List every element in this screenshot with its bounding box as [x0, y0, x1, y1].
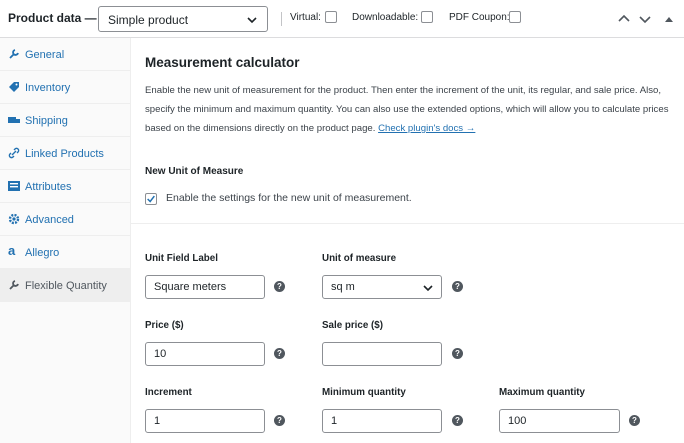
downloadable-label: Downloadable:	[352, 12, 419, 23]
unit-field-label-input[interactable]: Square meters	[145, 275, 265, 299]
product-type-value: Simple product	[108, 13, 189, 27]
enable-unit-checkbox[interactable]	[145, 193, 157, 205]
tab-advanced[interactable]: Advanced	[0, 203, 131, 236]
header-separator	[281, 12, 282, 26]
help-icon[interactable]: ?	[452, 281, 463, 292]
wrench-icon	[9, 280, 19, 290]
tab-flexible-quantity[interactable]: Flexible Quantity	[0, 269, 131, 302]
tab-allegro[interactable]: a Allegro	[0, 236, 131, 269]
unit-field-label-label: Unit Field Label	[145, 253, 218, 264]
increment-label: Increment	[145, 387, 192, 398]
plugin-docs-link[interactable]: Check plugin's docs →	[378, 123, 475, 134]
tab-attributes[interactable]: Attributes	[0, 170, 131, 203]
tab-label: Advanced	[25, 214, 74, 226]
tag-icon	[9, 82, 19, 92]
allegro-icon: a	[8, 243, 16, 258]
help-icon[interactable]: ?	[274, 348, 285, 359]
pdf-coupon-checkbox[interactable]	[509, 11, 521, 23]
panel-title: Measurement calculator	[145, 55, 300, 70]
product-data-title: Product data —	[8, 11, 97, 25]
tab-label: General	[25, 49, 65, 61]
tab-general[interactable]: General	[0, 38, 131, 71]
sale-price-input[interactable]	[322, 342, 442, 366]
chevron-down-icon	[247, 17, 257, 24]
product-data-tabs: General Inventory Shipping Linked Produc…	[0, 38, 131, 443]
input-value: Square meters	[154, 281, 227, 293]
increment-input[interactable]: 1	[145, 409, 265, 433]
tab-label: Shipping	[25, 115, 68, 127]
tab-label: Flexible Quantity	[25, 280, 107, 292]
tab-label: Allegro	[25, 247, 60, 259]
select-value: sq m	[331, 281, 355, 293]
price-label: Price ($)	[145, 320, 184, 331]
help-icon[interactable]: ?	[274, 281, 285, 292]
gear-icon	[8, 213, 20, 225]
help-icon[interactable]: ?	[452, 348, 463, 359]
input-value: 100	[508, 415, 527, 427]
sale-price-label: Sale price ($)	[322, 320, 383, 331]
collapse-triangle-icon[interactable]	[662, 12, 676, 26]
help-icon[interactable]: ?	[274, 415, 285, 426]
tab-label: Linked Products	[25, 148, 104, 160]
pdf-coupon-label: PDF Coupon:	[449, 12, 510, 23]
chevron-up-icon[interactable]	[617, 12, 631, 26]
help-icon[interactable]: ?	[629, 415, 640, 426]
enable-unit-label: Enable the settings for the new unit of …	[166, 192, 412, 204]
checkmark-icon	[147, 195, 155, 203]
truck-icon	[8, 117, 20, 123]
section-label: New Unit of Measure	[145, 166, 244, 177]
unit-of-measure-label: Unit of measure	[322, 253, 397, 264]
virtual-checkbox[interactable]	[325, 11, 337, 23]
tab-inventory[interactable]: Inventory	[0, 71, 131, 104]
divider	[131, 223, 684, 224]
list-icon	[8, 181, 20, 191]
panel-description: Enable the new unit of measurement for t…	[145, 81, 680, 138]
measurement-calculator-panel: Measurement calculator Enable the new un…	[131, 38, 684, 443]
input-value: 1	[331, 415, 338, 427]
downloadable-checkbox[interactable]	[421, 11, 433, 23]
virtual-label: Virtual:	[290, 12, 321, 23]
tab-label: Inventory	[25, 82, 71, 94]
minimum-quantity-label: Minimum quantity	[322, 387, 406, 398]
price-input[interactable]: 10	[145, 342, 265, 366]
link-icon	[8, 147, 20, 159]
help-icon[interactable]: ?	[452, 415, 463, 426]
input-value: 10	[154, 348, 167, 360]
minimum-quantity-input[interactable]: 1	[322, 409, 442, 433]
maximum-quantity-input[interactable]: 100	[499, 409, 620, 433]
chevron-down-icon	[423, 285, 433, 292]
maximum-quantity-label: Maximum quantity	[499, 387, 586, 398]
chevron-down-icon[interactable]	[638, 12, 652, 26]
tab-shipping[interactable]: Shipping	[0, 104, 131, 137]
product-type-select[interactable]: Simple product	[98, 6, 268, 32]
input-value: 1	[154, 415, 161, 427]
tab-label: Attributes	[25, 181, 72, 193]
tab-linked-products[interactable]: Linked Products	[0, 137, 131, 170]
wrench-icon	[9, 49, 19, 59]
unit-of-measure-select[interactable]: sq m	[322, 275, 442, 299]
product-data-header: Product data — Simple product Virtual: D…	[0, 0, 684, 38]
